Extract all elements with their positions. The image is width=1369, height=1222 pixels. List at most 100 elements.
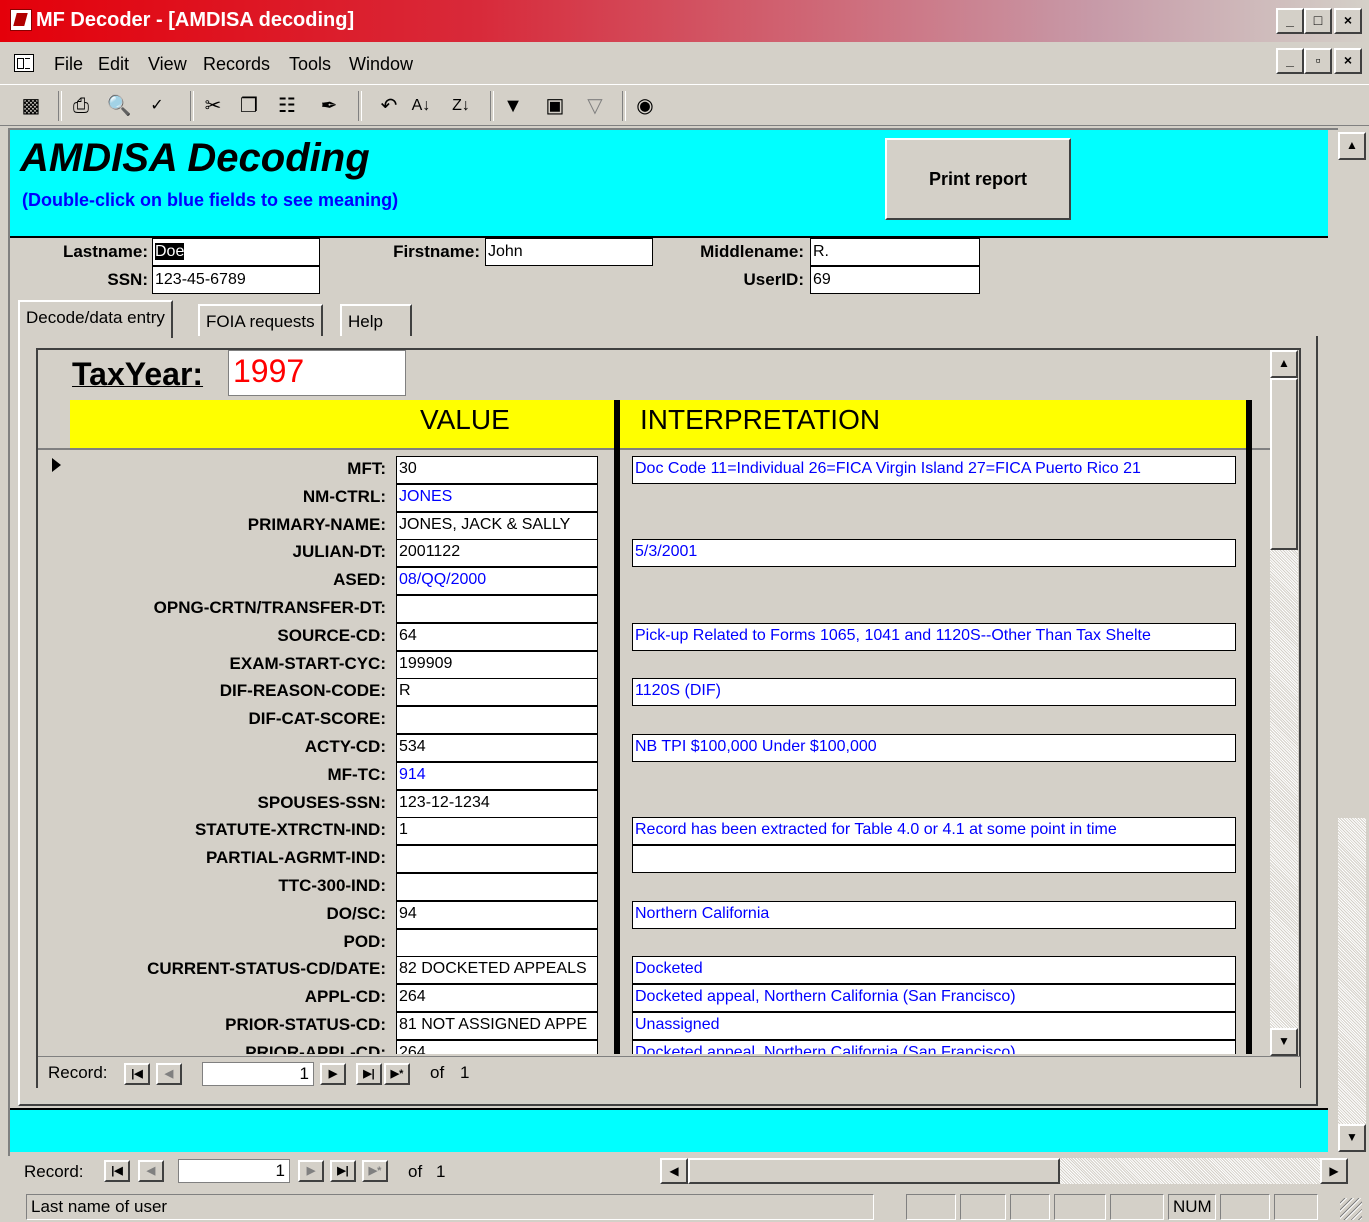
previous-record-button[interactable]: ◀ xyxy=(156,1063,182,1085)
form-icon[interactable] xyxy=(14,54,34,72)
scroll-right-button[interactable]: ▶ xyxy=(1320,1158,1348,1184)
menu-edit[interactable]: Edit xyxy=(98,54,129,75)
close-button[interactable]: × xyxy=(1334,8,1362,34)
paste-icon[interactable]: ☷ xyxy=(272,93,302,119)
value-field[interactable] xyxy=(396,845,598,873)
next-record-button[interactable]: ▶ xyxy=(320,1063,346,1085)
find-icon[interactable]: ◉ xyxy=(630,93,660,119)
value-field[interactable]: 30 xyxy=(396,456,598,484)
taxyear-field[interactable]: 1997 xyxy=(228,350,406,396)
toolbar-separator xyxy=(622,91,626,121)
value-field[interactable]: 64 xyxy=(396,623,598,651)
value-field[interactable] xyxy=(396,929,598,957)
scroll-left-button[interactable]: ◀ xyxy=(660,1158,688,1184)
spelling-icon[interactable]: ✓ xyxy=(142,93,172,119)
value-field[interactable]: JONES, JACK & SALLY xyxy=(396,512,598,540)
tab-foia[interactable]: FOIA requests xyxy=(198,304,323,336)
print-report-button[interactable]: Print report xyxy=(885,138,1071,220)
menu-view[interactable]: View xyxy=(148,54,187,75)
interpretation-field[interactable] xyxy=(632,845,1236,873)
value-field[interactable]: 1 xyxy=(396,817,598,845)
value-field[interactable]: 914 xyxy=(396,762,598,790)
status-panel xyxy=(1054,1194,1106,1220)
value-field[interactable]: 08/QQ/2000 xyxy=(396,567,598,595)
value-field[interactable]: 264 xyxy=(396,1040,598,1054)
filter-by-form-icon[interactable]: ▣ xyxy=(540,93,570,119)
interpretation-field[interactable]: Pick-up Related to Forms 1065, 1041 and … xyxy=(632,623,1236,651)
menu-window[interactable]: Window xyxy=(349,54,413,75)
interpretation-field[interactable]: Unassigned xyxy=(632,1012,1236,1040)
resize-grip-icon[interactable] xyxy=(1340,1198,1362,1220)
form-scroll-up-button[interactable]: ▲ xyxy=(1338,132,1366,160)
child-restore-button[interactable]: ▫ xyxy=(1304,48,1332,74)
form-scrollbar[interactable]: ▲ ▼ xyxy=(1338,128,1366,1154)
menu-file[interactable]: File xyxy=(54,54,83,75)
format-painter-icon[interactable]: ✒ xyxy=(314,93,344,119)
undo-icon[interactable]: ↶ xyxy=(374,93,404,119)
interpretation-field[interactable]: Northern California xyxy=(632,901,1236,929)
child-minimize-button[interactable]: _ xyxy=(1276,48,1304,74)
value-field[interactable]: 2001122 xyxy=(396,539,598,567)
child-close-button[interactable]: × xyxy=(1334,48,1362,74)
value-field[interactable]: 534 xyxy=(396,734,598,762)
app-icon[interactable] xyxy=(10,9,32,31)
cut-icon[interactable]: ✂ xyxy=(198,93,228,119)
scroll-up-button[interactable]: ▲ xyxy=(1270,350,1298,378)
value-field[interactable]: 199909 xyxy=(396,651,598,679)
value-field[interactable] xyxy=(396,595,598,623)
value-field[interactable] xyxy=(396,706,598,734)
menu-records[interactable]: Records xyxy=(203,54,270,75)
userid-field[interactable]: 69 xyxy=(810,266,980,294)
middlename-field[interactable]: R. xyxy=(810,238,980,266)
main-next-record-button[interactable]: ▶ xyxy=(298,1160,324,1182)
interpretation-field[interactable]: NB TPI $100,000 Under $100,000 xyxy=(632,734,1236,762)
form-scroll-down-button[interactable]: ▼ xyxy=(1338,1124,1366,1152)
firstname-field[interactable]: John xyxy=(485,238,653,266)
minimize-button[interactable]: _ xyxy=(1276,8,1304,34)
ssn-field[interactable]: 123-45-6789 xyxy=(152,266,320,294)
interpretation-field[interactable]: 1120S (DIF) xyxy=(632,678,1236,706)
horizontal-scroll-thumb[interactable] xyxy=(688,1158,1060,1184)
interpretation-field[interactable]: Docketed appeal, Northern California (Sa… xyxy=(632,1040,1236,1054)
sort-ascending-icon[interactable]: A↓ xyxy=(406,93,436,119)
menu-tools[interactable]: Tools xyxy=(289,54,331,75)
subform-record-number[interactable]: 1 xyxy=(202,1062,314,1086)
lastname-field[interactable]: Doe xyxy=(152,238,320,266)
main-last-record-button[interactable]: ▶| xyxy=(330,1160,356,1182)
form-scroll-track[interactable] xyxy=(1338,818,1366,1124)
interpretation-field[interactable]: Record has been extracted for Table 4.0 … xyxy=(632,817,1236,845)
value-field[interactable]: 82 DOCKETED APPEALS xyxy=(396,956,598,984)
scroll-thumb[interactable] xyxy=(1270,378,1298,550)
record-selector[interactable] xyxy=(38,450,72,1054)
value-field[interactable]: 264 xyxy=(396,984,598,1012)
copy-icon[interactable]: ❐ xyxy=(234,93,264,119)
interpretation-field[interactable]: Doc Code 11=Individual 26=FICA Virgin Is… xyxy=(632,456,1236,484)
interpretation-field[interactable]: Docketed xyxy=(632,956,1236,984)
tab-help[interactable]: Help xyxy=(340,304,412,336)
tab-decode[interactable]: Decode/data entry xyxy=(18,300,173,338)
filter-by-selection-icon[interactable]: ▼ xyxy=(498,93,528,119)
print-preview-icon[interactable]: 🔍 xyxy=(104,93,134,119)
value-field[interactable]: 94 xyxy=(396,901,598,929)
main-first-record-button[interactable]: |◀ xyxy=(104,1160,130,1182)
main-new-record-button[interactable]: ▶* xyxy=(362,1160,388,1182)
interpretation-field[interactable]: 5/3/2001 xyxy=(632,539,1236,567)
value-field[interactable]: R xyxy=(396,678,598,706)
print-icon[interactable]: ⎙ xyxy=(66,93,96,119)
new-record-button[interactable]: ▶* xyxy=(384,1063,410,1085)
value-field[interactable]: JONES xyxy=(396,484,598,512)
maximize-button[interactable]: □ xyxy=(1304,8,1332,34)
interpretation-field[interactable]: Docketed appeal, Northern California (Sa… xyxy=(632,984,1236,1012)
value-field[interactable]: 123-12-1234 xyxy=(396,790,598,818)
sort-descending-icon[interactable]: Z↓ xyxy=(446,93,476,119)
last-record-button[interactable]: ▶| xyxy=(356,1063,382,1085)
save-icon[interactable]: ▩ xyxy=(16,93,46,119)
value-field[interactable]: 81 NOT ASSIGNED APPE xyxy=(396,1012,598,1040)
apply-filter-icon[interactable]: ▽ xyxy=(580,93,610,119)
first-record-button[interactable]: |◀ xyxy=(124,1063,150,1085)
main-record-number[interactable]: 1 xyxy=(178,1159,290,1183)
main-previous-record-button[interactable]: ◀ xyxy=(138,1160,164,1182)
scroll-down-button[interactable]: ▼ xyxy=(1270,1028,1298,1056)
firstname-label: Firstname: xyxy=(393,242,480,261)
value-field[interactable] xyxy=(396,873,598,901)
